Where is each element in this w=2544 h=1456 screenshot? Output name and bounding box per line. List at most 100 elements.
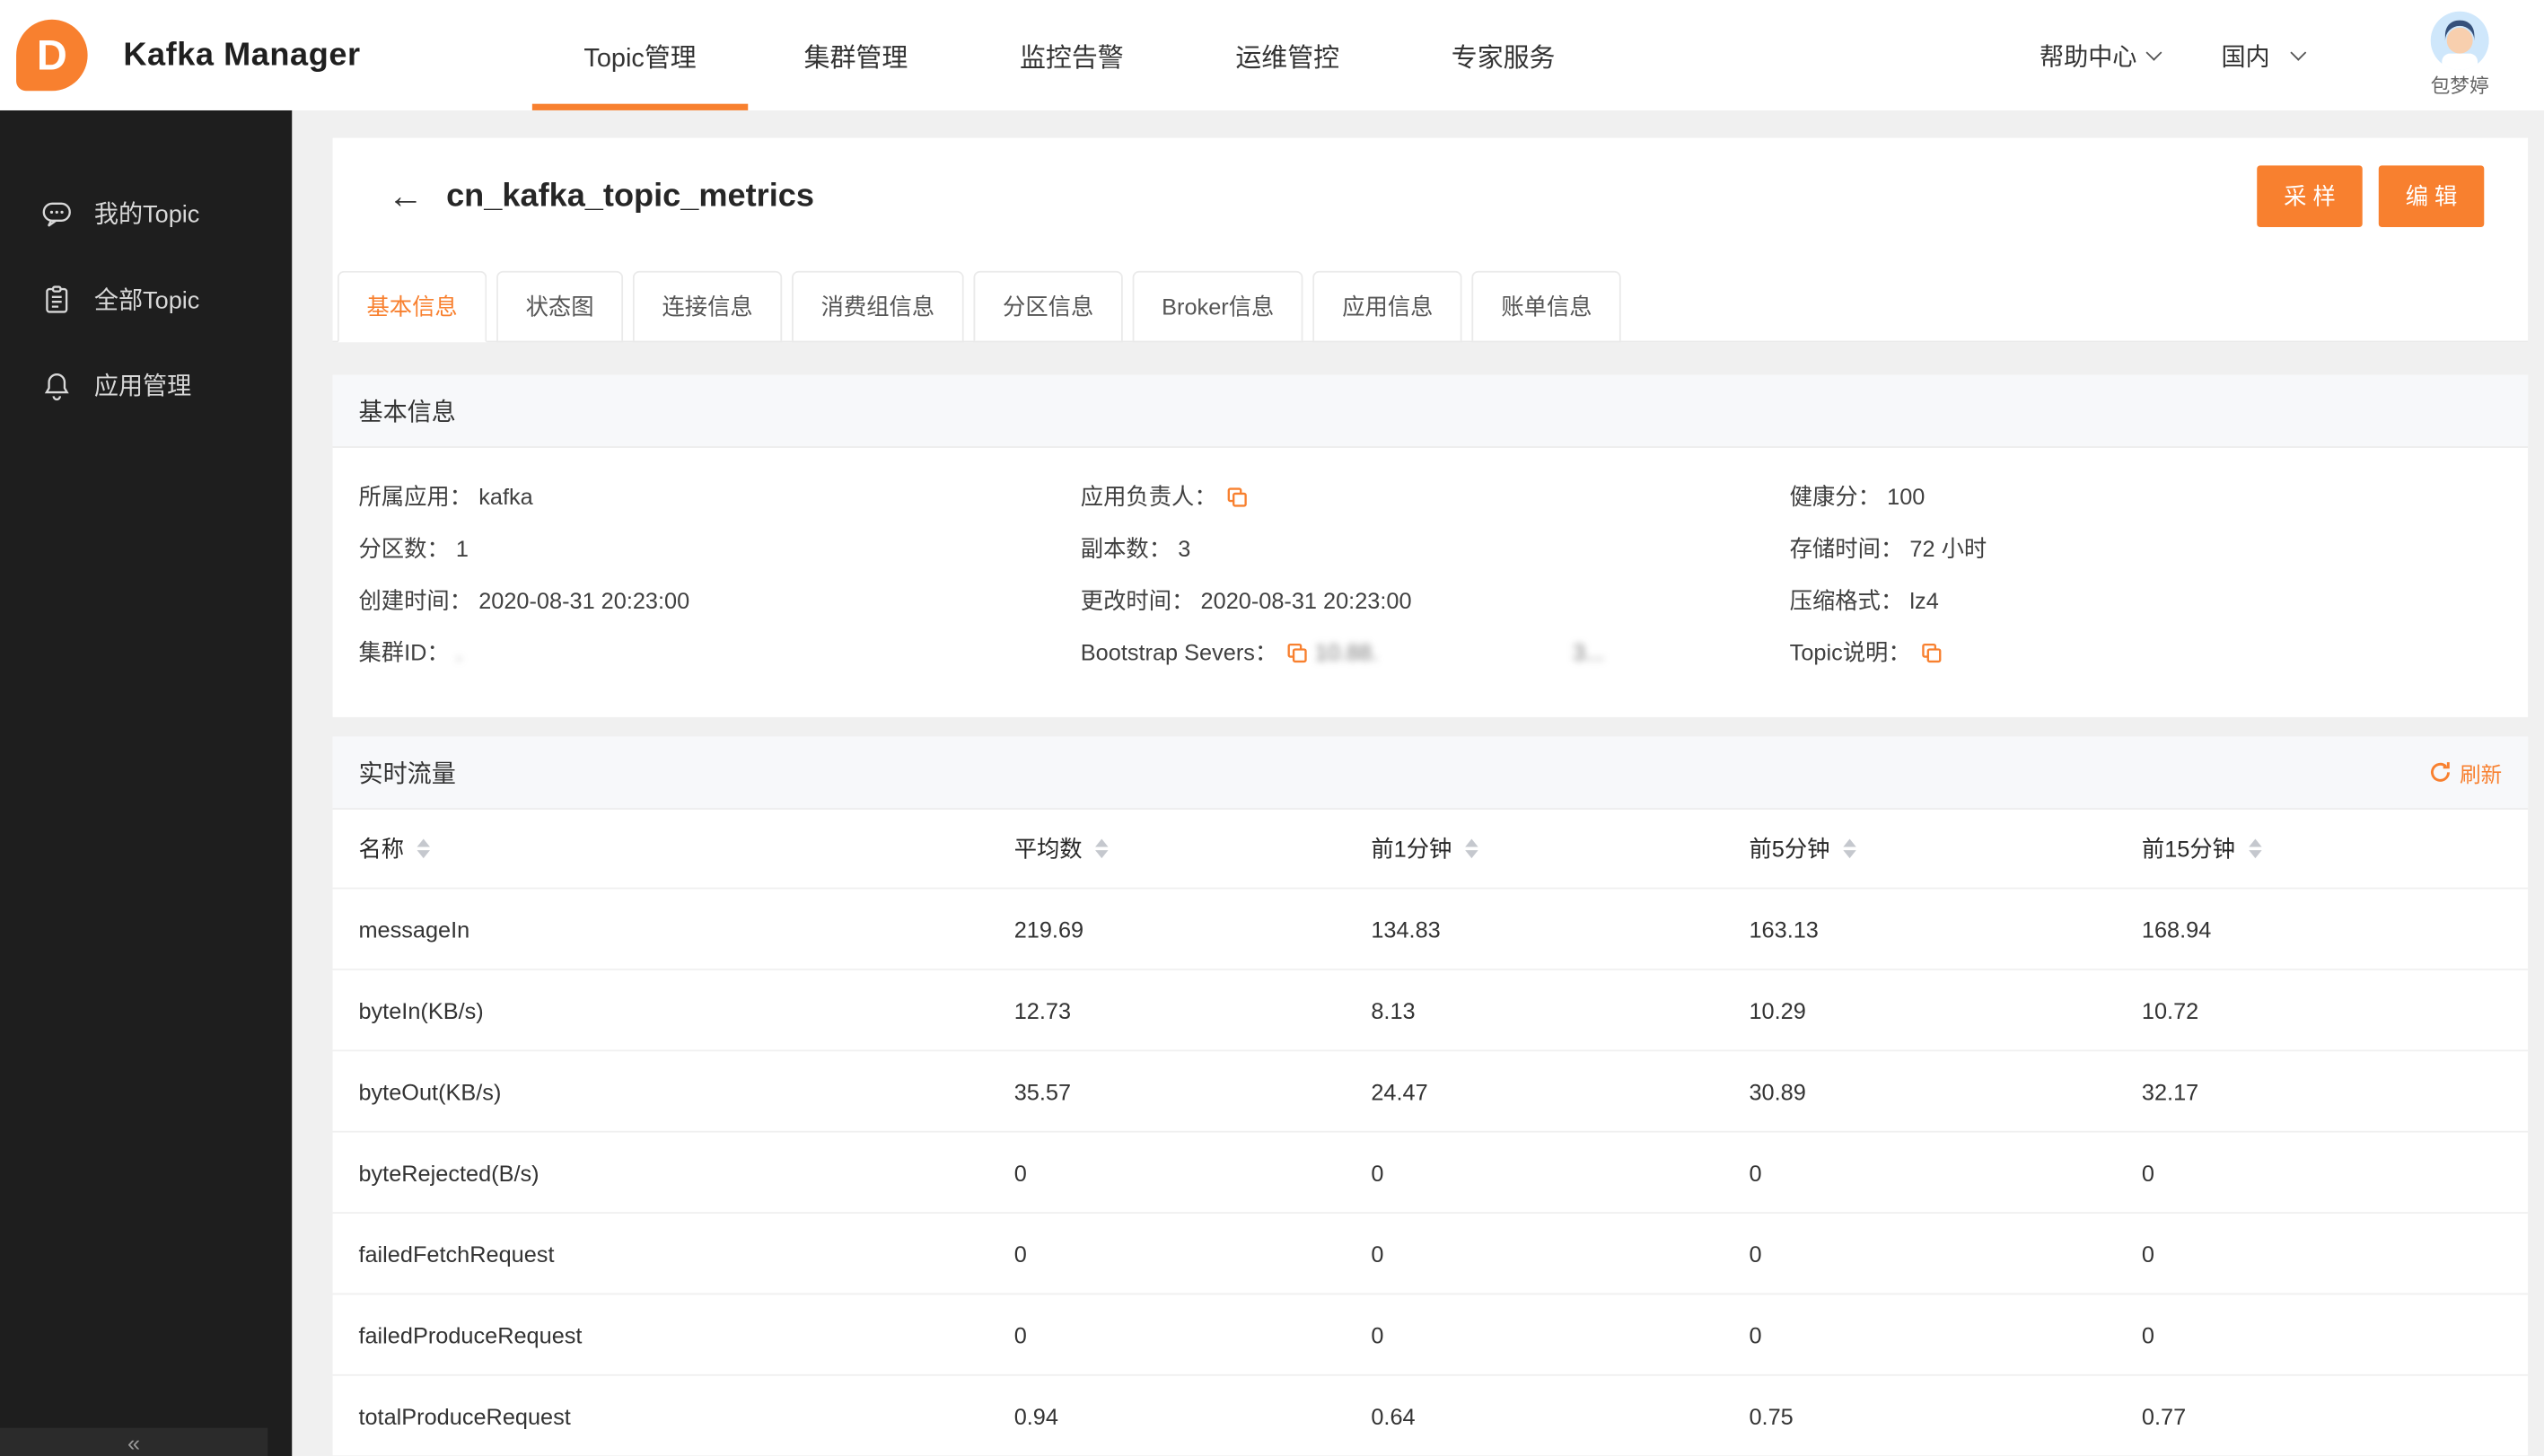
- sidebar-menu: 我的Topic 全部Topic 应用管理: [0, 110, 292, 428]
- tab-app-info[interactable]: 应用信息: [1312, 270, 1462, 343]
- field-label: 健康分：: [1789, 483, 1881, 510]
- cell-5min: 0: [1749, 1321, 1762, 1348]
- col-label: 前15分钟: [2141, 835, 2235, 862]
- topic-title-row: ← cn_kafka_topic_metrics 采 样 编 辑: [333, 138, 2529, 255]
- cell-15min: 10.72: [2141, 996, 2199, 1023]
- field-value: 72 小时: [1909, 535, 1987, 562]
- field-value: 10.88.: [1314, 639, 1379, 666]
- copy-icon[interactable]: [1226, 486, 1247, 506]
- sort-control[interactable]: [1461, 836, 1481, 862]
- cell-avg: 0: [1013, 1159, 1027, 1186]
- col-header-15min: 前15分钟: [2142, 832, 2502, 864]
- basic-info-section-header: 基本信息: [332, 374, 2529, 448]
- tab-bill-info[interactable]: 账单信息: [1471, 270, 1622, 343]
- help-center-link[interactable]: 帮助中心: [2039, 38, 2162, 72]
- nav-item-cluster[interactable]: 集群管理: [748, 0, 963, 110]
- tab-basic-info[interactable]: 基本信息: [337, 270, 487, 343]
- field-label: Topic说明：: [1789, 639, 1911, 666]
- sort-control[interactable]: [2245, 836, 2265, 862]
- chevron-down-icon: [2145, 44, 2162, 61]
- sample-button[interactable]: 采 样: [2257, 165, 2363, 228]
- refresh-button[interactable]: 刷新: [2429, 757, 2502, 787]
- field-create-time: 创建时间： 2020-08-31 20:23:00: [358, 575, 1080, 627]
- table-row: messageIn 219.69 134.83 163.13 168.94: [332, 887, 2529, 969]
- brand-logo-icon[interactable]: D: [16, 19, 88, 92]
- field-label: 所属应用：: [358, 483, 472, 510]
- table-row: byteRejected(B/s) 0 0 0 0: [332, 1130, 2529, 1212]
- help-center-label: 帮助中心: [2039, 42, 2137, 71]
- nav-item-expert[interactable]: 专家服务: [1395, 0, 1610, 110]
- cell-name: byteOut(KB/s): [358, 1078, 502, 1105]
- tab-broker-info[interactable]: Broker信息: [1132, 270, 1303, 343]
- field-value-2: 3...: [1573, 639, 1605, 666]
- sort-control[interactable]: [1092, 836, 1111, 862]
- field-topic-desc: Topic说明：: [1790, 627, 2502, 679]
- field-label: Bootstrap Severs：: [1080, 639, 1278, 666]
- cell-15min: 0: [2141, 1240, 2154, 1267]
- section-title: 基本信息: [358, 398, 456, 426]
- field-label: 更改时间：: [1080, 587, 1195, 614]
- cell-1min: 24.47: [1371, 1078, 1428, 1105]
- refresh-icon: [2431, 762, 2450, 782]
- sidebar-item-all-topic[interactable]: 全部Topic: [0, 257, 292, 343]
- cell-avg: 0: [1013, 1321, 1027, 1348]
- field-bootstrap-servers: Bootstrap Severs： 10.88. 3...: [1081, 627, 1790, 679]
- sidebar-collapse-button[interactable]: «: [0, 1427, 268, 1456]
- realtime-section-header: 实时流量 刷新: [332, 736, 2529, 810]
- table-row: byteOut(KB/s) 35.57 24.47 30.89 32.17: [332, 1049, 2529, 1130]
- nav-item-monitor[interactable]: 监控告警: [964, 0, 1180, 110]
- cell-5min: 0: [1749, 1240, 1762, 1267]
- sidebar-item-my-topic[interactable]: 我的Topic: [0, 171, 292, 257]
- field-cluster-id: 集群ID： .: [358, 627, 1080, 679]
- tab-status-chart[interactable]: 状态图: [496, 270, 624, 343]
- nav-item-ops[interactable]: 运维管控: [1180, 0, 1395, 110]
- field-health-score: 健康分： 100: [1790, 470, 2502, 522]
- nav-item-topic[interactable]: Topic管理: [531, 0, 749, 110]
- sidebar-item-label: 应用管理: [93, 373, 192, 401]
- region-select[interactable]: 国内: [2221, 38, 2307, 72]
- field-label: 分区数：: [358, 535, 450, 562]
- col-header-avg: 平均数: [1014, 832, 1372, 864]
- cell-avg: 12.73: [1013, 996, 1072, 1023]
- cell-15min: 32.17: [2141, 1078, 2199, 1105]
- cell-5min: 0.75: [1749, 1402, 1794, 1429]
- refresh-label: 刷新: [2460, 761, 2503, 786]
- field-value: 2020-08-31 20:23:00: [478, 587, 690, 614]
- cell-name: byteRejected(B/s): [358, 1159, 540, 1186]
- sidebar-item-label: 全部Topic: [93, 286, 200, 315]
- realtime-flow-card: 实时流量 刷新 名称 平均数 前1分钟 前5分钟 前15分钟 messageIn…: [332, 736, 2529, 1456]
- cell-1min: 0: [1371, 1321, 1384, 1348]
- sort-control[interactable]: [1839, 836, 1859, 862]
- copy-icon[interactable]: [1287, 642, 1308, 662]
- user-menu[interactable]: 包梦婷: [2395, 11, 2525, 100]
- cell-1min: 134.83: [1371, 916, 1441, 943]
- field-value: 3: [1178, 535, 1191, 562]
- field-label: 存储时间：: [1789, 535, 1904, 562]
- back-button[interactable]: ←: [388, 178, 424, 215]
- field-app-owner: 应用负责人：: [1081, 470, 1790, 522]
- cell-15min: 0: [2141, 1321, 2154, 1348]
- edit-button[interactable]: 编 辑: [2378, 165, 2485, 228]
- col-label: 前5分钟: [1749, 835, 1830, 862]
- sidebar-item-app-manage[interactable]: 应用管理: [0, 342, 292, 428]
- cell-15min: 0: [2141, 1159, 2154, 1186]
- clipboard-icon: [39, 282, 75, 318]
- field-label: 副本数：: [1080, 535, 1172, 562]
- sort-control[interactable]: [414, 836, 434, 862]
- avatar[interactable]: [2430, 11, 2489, 70]
- field-value: 100: [1887, 483, 1926, 510]
- field-value: lz4: [1909, 587, 1939, 614]
- cell-name: failedFetchRequest: [358, 1240, 555, 1267]
- tab-partition-info[interactable]: 分区信息: [973, 270, 1123, 343]
- tab-consumer-group[interactable]: 消费组信息: [792, 270, 964, 343]
- copy-icon[interactable]: [1921, 642, 1942, 662]
- bell-icon: [39, 367, 75, 403]
- col-label: 平均数: [1013, 835, 1083, 862]
- page-title: cn_kafka_topic_metrics: [446, 177, 814, 214]
- cell-5min: 0: [1749, 1159, 1762, 1186]
- cell-1min: 0: [1371, 1240, 1384, 1267]
- tab-connection-info[interactable]: 连接信息: [632, 270, 783, 343]
- table-header-row: 名称 平均数 前1分钟 前5分钟 前15分钟: [333, 810, 2529, 888]
- field-retention-time: 存储时间： 72 小时: [1790, 522, 2502, 575]
- col-header-1min: 前1分钟: [1371, 832, 1749, 864]
